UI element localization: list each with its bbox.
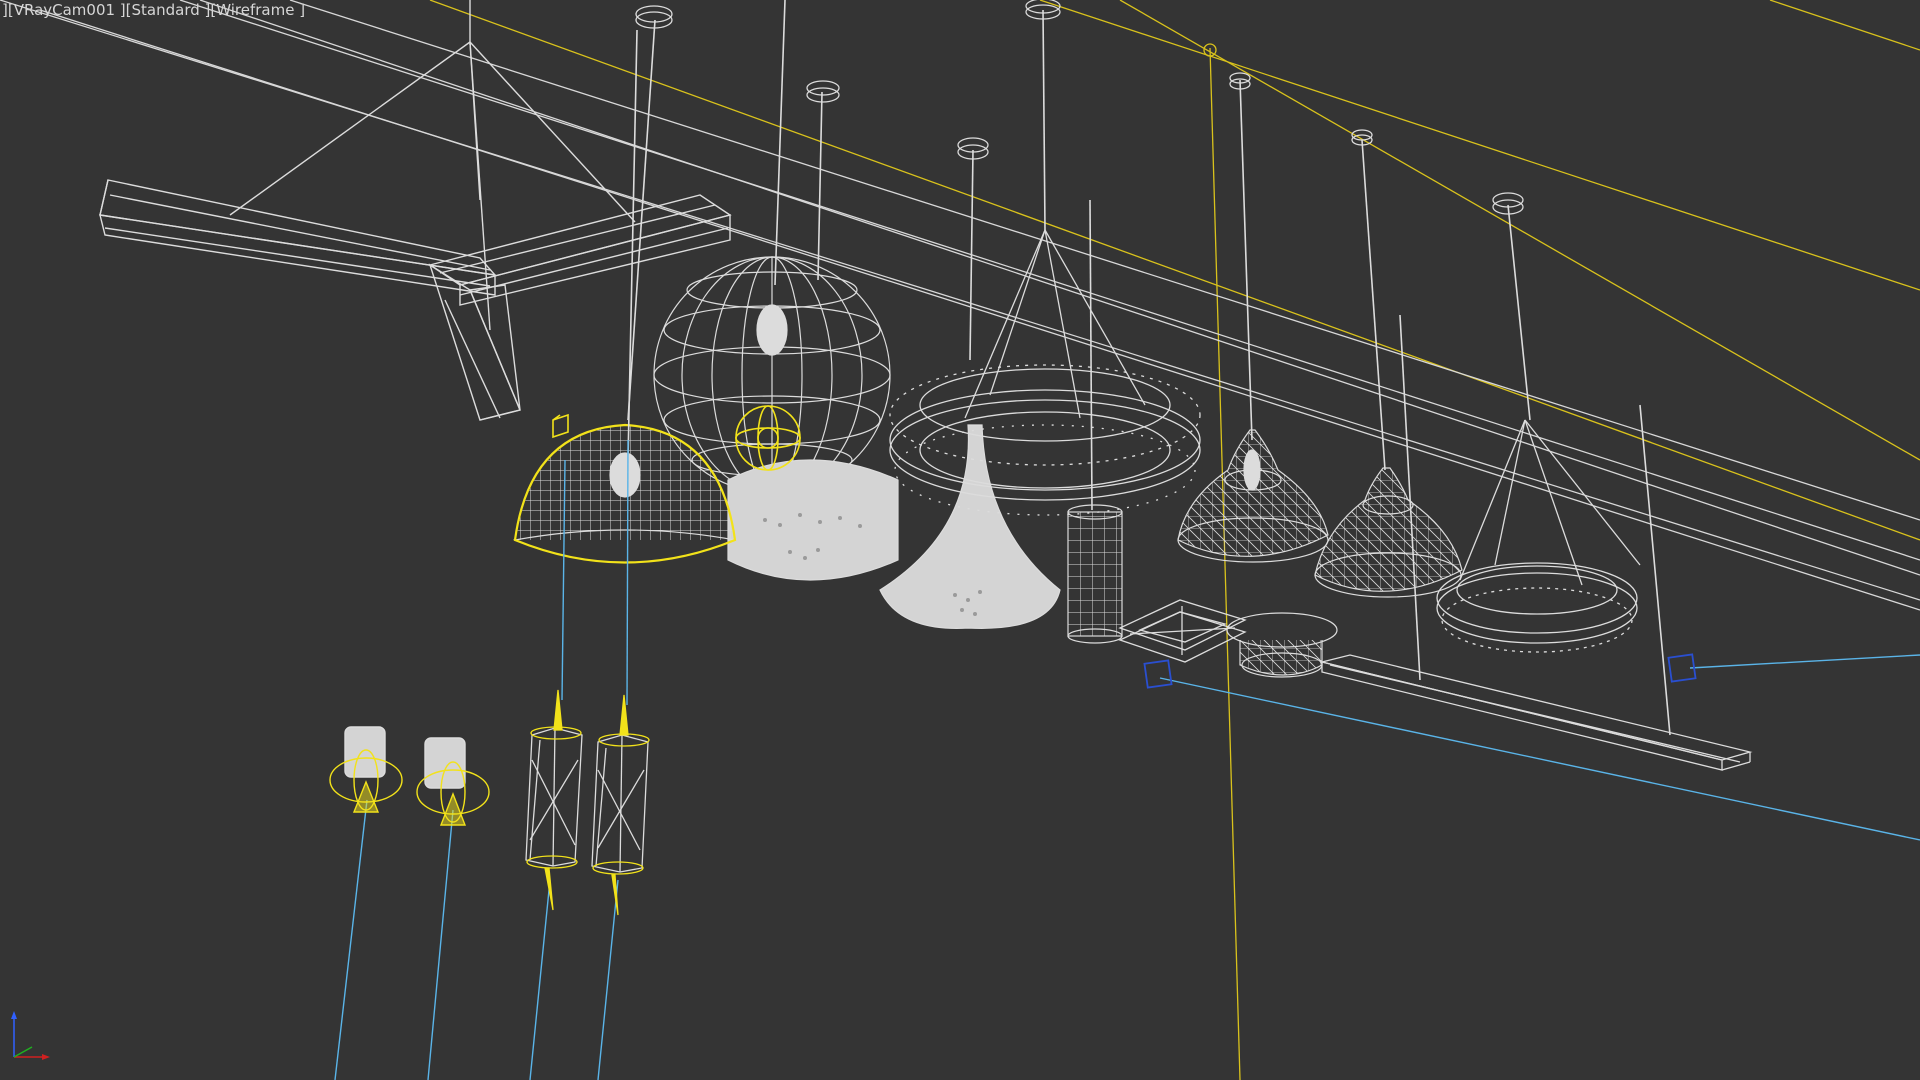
cross-beam-pendant: [99, 0, 732, 421]
selected-light-helper: [735, 405, 801, 471]
drum-pendant: [727, 459, 899, 581]
viewport-label: ] [VRayCam001 ] [Standard ] [Wireframe ]: [2, 1, 305, 19]
xyz-axis-tripod-icon: [11, 1011, 50, 1060]
linear-bar-light: [1321, 654, 1753, 771]
round-mesh-fixture: [1226, 612, 1338, 678]
cylinder-wire-lamp-2: [591, 694, 650, 916]
spot-light-2: [416, 737, 490, 826]
spot-light-1: [329, 726, 403, 813]
cone-wire-pendant-2: [1314, 467, 1463, 598]
suspension-rods: [627, 0, 1671, 736]
cone-pendant: [879, 424, 1061, 629]
viewport-shading-menu[interactable]: [Standard ]: [126, 1, 211, 19]
dome-pendant-selected: [512, 29, 738, 564]
cylinder-pendant: [1067, 504, 1123, 644]
small-ring-chandelier: [1436, 419, 1641, 653]
ring-chandelier: [889, 229, 1201, 516]
viewport-perspective[interactable]: ] [VRayCam001 ] [Standard ] [Wireframe ]: [0, 0, 1920, 1080]
scene-wireframe[interactable]: [0, 0, 1920, 1080]
cylinder-wire-lamp-1: [525, 689, 583, 911]
viewport-display-mode-menu[interactable]: [Wireframe ]: [210, 1, 305, 19]
viewport-camera-menu[interactable]: [VRayCam001 ]: [8, 1, 126, 19]
ceiling-canopies: [635, 0, 1524, 215]
